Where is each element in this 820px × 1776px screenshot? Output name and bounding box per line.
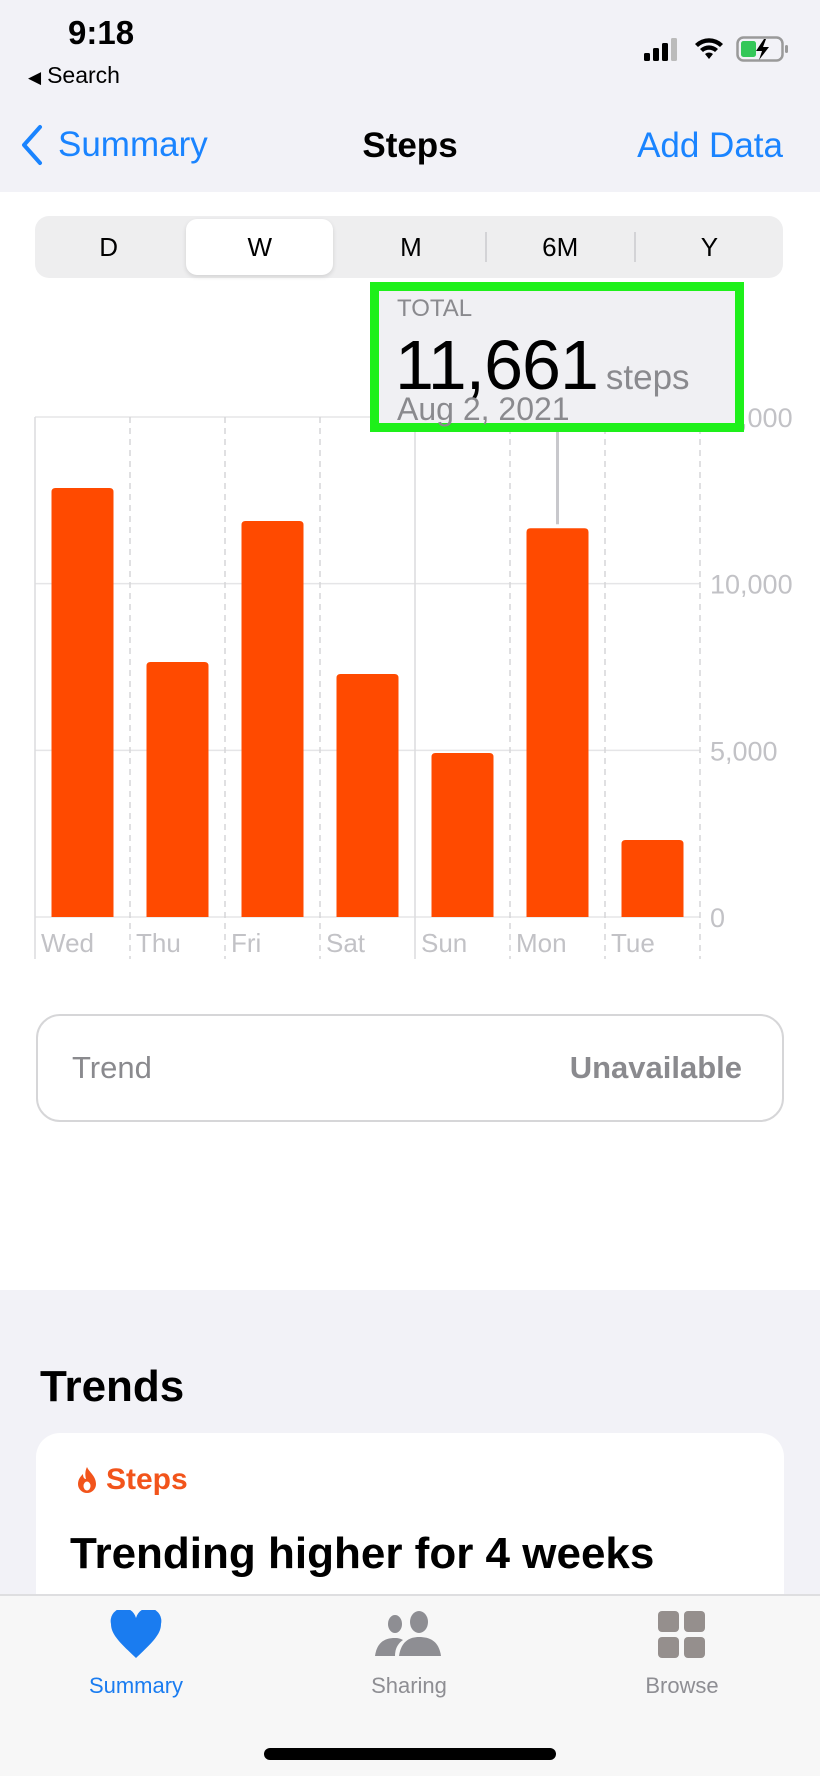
bar-sun[interactable] [431,753,494,917]
tab-bar: Summary Sharing Browse [0,1594,820,1776]
tab-summary-label: Summary [88,1673,184,1698]
status-time: 9:18 [68,14,135,51]
tab-sharing-label: Sharing [371,1673,447,1698]
x-tick-label: Tue [611,928,655,958]
health-steps-screen: 9:18 ◀ Search Summary Steps Add Data D W… [0,0,820,1776]
back-to-search-link[interactable]: ◀ Search [28,62,120,89]
wifi-icon [695,38,723,59]
heart-icon [110,1608,162,1658]
total-unit: steps [605,358,690,397]
x-tick-label: Wed [41,928,94,958]
x-tick-label: Sun [421,928,467,958]
selected-date: Aug 2, 2021 [397,391,570,427]
tab-browse-label: Browse [645,1673,719,1698]
x-tick-label: Thu [136,928,181,958]
grid-icon [658,1611,705,1658]
flame-icon [78,1467,96,1493]
trends-section-title: Trends [40,1362,185,1411]
home-indicator[interactable] [264,1748,556,1760]
navigation-bar: Summary Steps Add Data [0,110,820,190]
bar-wed[interactable] [51,488,114,917]
add-data-button[interactable]: Add Data [637,126,783,166]
tab-summary[interactable]: Summary [46,1608,226,1699]
people-icon [375,1611,441,1656]
chart-panel: D W M 6M Y 0 5,000 10,000 15,000 Wed Thu Fri Sa… [0,192,820,1290]
x-tick-label: Sat [326,928,366,958]
total-label: TOTAL [397,295,473,322]
back-app-label: Search [47,62,120,88]
trend-row[interactable]: Trend Unavailable [36,1014,784,1122]
trend-value: Unavailable [569,1050,742,1085]
trend-label: Trend [72,1050,152,1085]
bar-sat[interactable] [336,674,399,917]
battery-charging-icon [736,36,788,62]
bar-fri[interactable] [241,521,304,917]
trend-card-headline: Trending higher for 4 weeks [70,1529,655,1578]
y-tick-label: 5,000 [710,736,778,766]
y-tick-label: 0 [710,903,725,933]
x-tick-label: Mon [516,928,567,958]
tab-browse[interactable]: Browse [592,1610,772,1699]
selection-callout: TOTAL 11,661 steps Aug 2, 2021 [370,282,744,432]
y-tick-label: 10,000 [710,570,793,600]
bar-thu[interactable] [146,662,209,917]
x-tick-label: Fri [231,928,261,958]
cellular-signal-icon [644,38,677,61]
trend-card-category: Steps [76,1463,188,1497]
tab-sharing[interactable]: Sharing [319,1610,499,1699]
back-triangle-icon: ◀ [28,68,42,87]
bar-tue[interactable] [621,840,684,917]
bar-mon[interactable] [526,528,589,917]
status-icons [644,36,790,62]
trend-card-category-label: Steps [106,1463,188,1496]
